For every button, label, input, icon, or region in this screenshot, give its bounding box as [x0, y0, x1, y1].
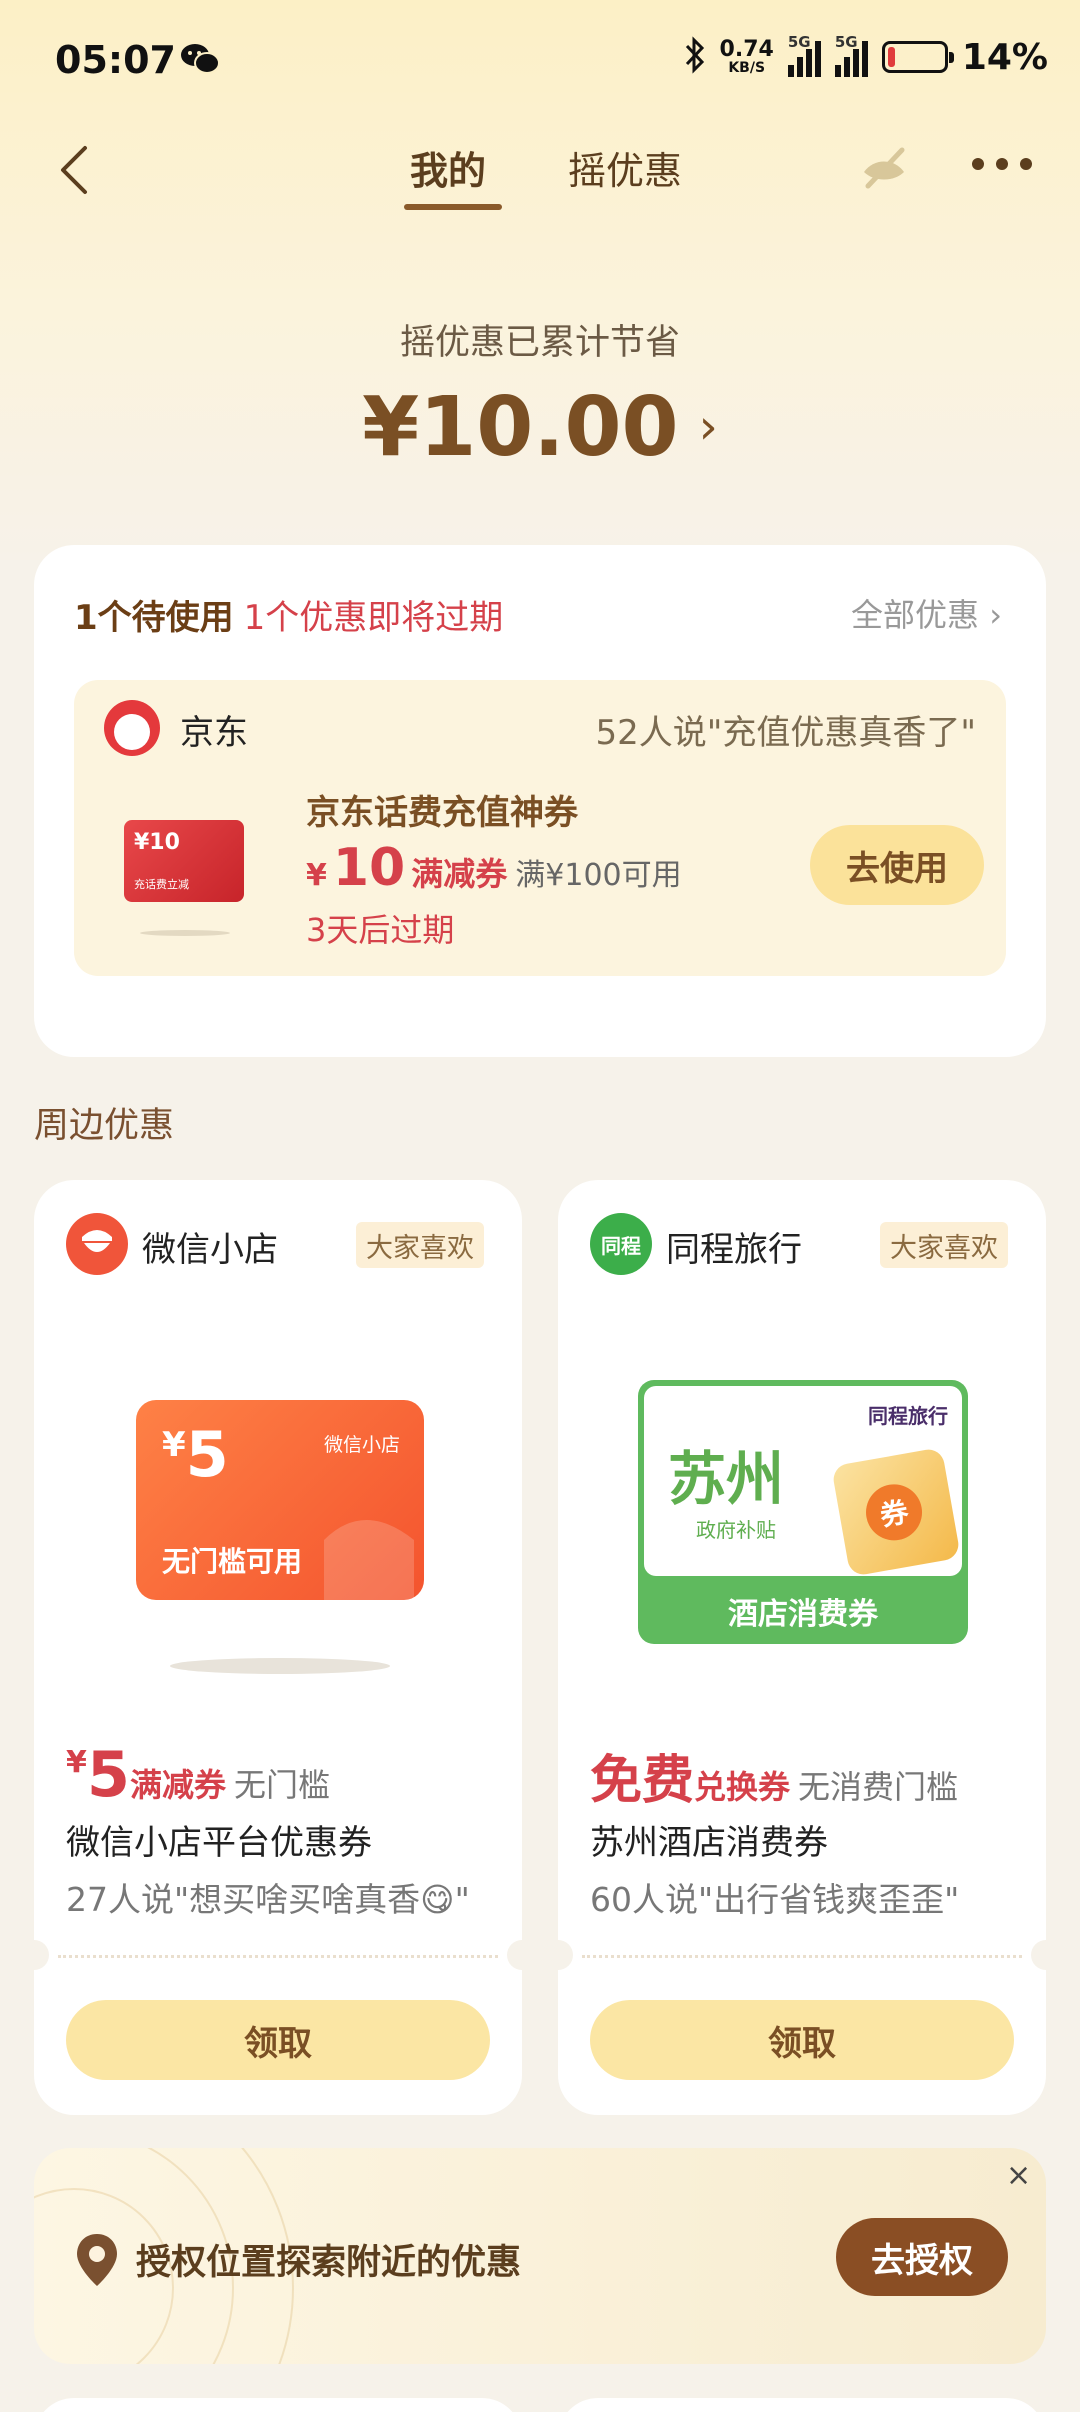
wechat-shop-price: ¥5满减券 无门槛: [66, 1738, 331, 1811]
tongcheng-logo-icon: 同程: [590, 1213, 652, 1275]
popular-badge: 大家喜欢: [356, 1222, 484, 1268]
close-icon[interactable]: ×: [1006, 2158, 1031, 2193]
expiring-notice: 1个优惠即将过期: [243, 598, 504, 638]
chevron-right-icon: ›: [698, 399, 718, 455]
wechat-shop-coupon-image: ¥5 微信小店 无门槛可用: [136, 1400, 424, 1600]
authorize-location-button[interactable]: 去授权: [836, 2218, 1008, 2296]
offer-card-wechat-shop[interactable]: [34, 1180, 522, 2115]
net-speed: 0.74 KB/S: [719, 37, 774, 76]
jd-social-proof: 52人说"充值优惠真香了": [595, 713, 976, 753]
jd-coupon-image: ¥10 充话费立减: [124, 820, 244, 902]
card-notch: [1031, 1940, 1061, 1970]
tab-shake-deals[interactable]: 摇优惠: [568, 140, 682, 195]
wechat-notification-icon: [180, 42, 220, 80]
tongcheng-price: 免费兑换券 无消费门槛: [590, 1751, 959, 1811]
status-time: 05:07: [55, 38, 176, 82]
all-coupons-link[interactable]: 全部优惠 ›: [851, 590, 1002, 636]
tongcheng-coupon-image: 同程旅行 苏州 政府补贴 券 酒店消费券: [638, 1380, 968, 1644]
use-coupon-button[interactable]: 去使用: [810, 825, 984, 905]
location-pin-icon: [74, 2232, 120, 2292]
coupon-shadow: [170, 1658, 390, 1674]
claim-button[interactable]: 领取: [590, 2000, 1014, 2080]
popular-badge: 大家喜欢: [880, 1222, 1008, 1268]
more-options-button[interactable]: [972, 158, 1032, 170]
battery-percent: 14%: [961, 36, 1048, 78]
tongcheng-quote: 60人说"出行省钱爽歪歪": [590, 1880, 960, 1919]
next-card-peek: [558, 2398, 1046, 2412]
wechat-shop-quote: 27人说"想买啥买啥真香😋": [66, 1880, 470, 1919]
nearby-deals-title: 周边优惠: [34, 1106, 175, 1146]
jd-brand-name: 京东: [180, 713, 248, 753]
wechat-shop-name: 微信小店: [142, 1230, 278, 1270]
claim-button[interactable]: 领取: [66, 2000, 490, 2080]
card-notch: [507, 1940, 537, 1970]
card-notch: [543, 1940, 573, 1970]
jd-image-shadow: [140, 930, 230, 936]
battery-icon: [881, 41, 954, 73]
signal-sim2-icon: 5G: [834, 33, 868, 77]
savings-label: 摇优惠已累计节省: [399, 323, 680, 363]
card-divider: [582, 1955, 1022, 1958]
signal-sim1-icon: 5G: [787, 33, 821, 77]
active-tab-indicator: [404, 204, 502, 210]
jd-coupon-title: 京东话费充值神券: [306, 793, 578, 833]
pending-summary: 1个待使用 1个优惠即将过期: [74, 598, 504, 638]
jd-coupon-expiry: 3天后过期: [306, 911, 455, 949]
offer-card-tongcheng[interactable]: [558, 1180, 1046, 2115]
savings-amount[interactable]: ¥10.00 ›: [0, 380, 1080, 475]
jd-logo-icon: [104, 700, 160, 756]
location-prompt-text: 授权位置探索附近的优惠: [136, 2243, 522, 2283]
wechat-shop-logo-icon: [66, 1213, 128, 1275]
next-card-peek: [34, 2398, 522, 2412]
tongcheng-coupon-title: 苏州酒店消费券: [590, 1823, 828, 1863]
back-button[interactable]: [55, 140, 105, 200]
status-bar: 05:07 0.74 KB/S 5G 5G 14%: [0, 0, 1080, 125]
tab-mine[interactable]: 我的: [410, 140, 486, 195]
jd-coupon-price: ¥10 满减券 满¥100可用: [306, 838, 682, 898]
tongcheng-name: 同程旅行: [666, 1230, 802, 1270]
hide-amount-icon[interactable]: [858, 142, 910, 198]
bluetooth-icon: [684, 36, 706, 78]
card-divider: [58, 1955, 498, 1958]
card-notch: [19, 1940, 49, 1970]
wechat-shop-coupon-title: 微信小店平台优惠券: [66, 1823, 372, 1863]
